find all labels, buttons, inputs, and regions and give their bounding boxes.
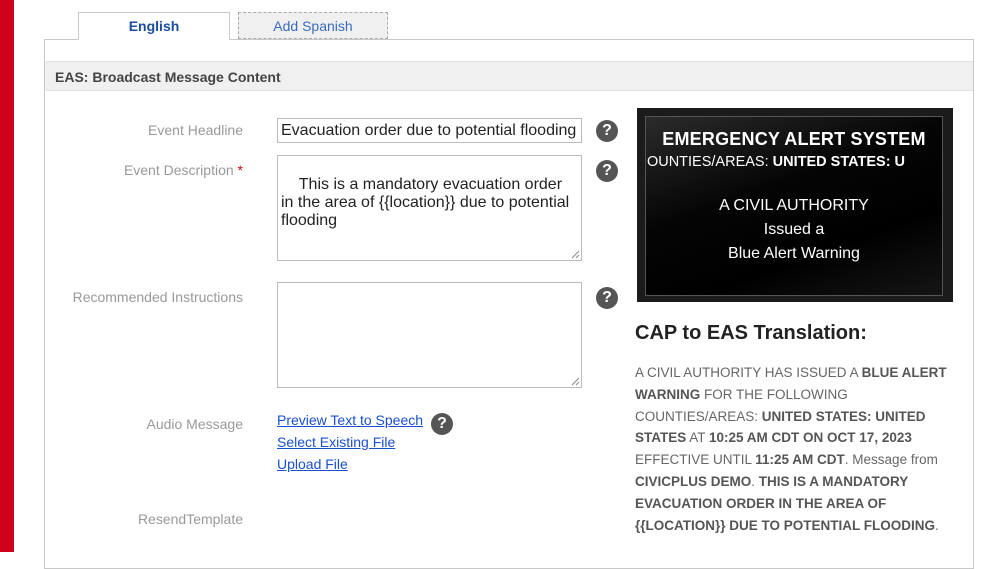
- event-headline-input[interactable]: Evacuation order due to potential floodi…: [277, 118, 582, 143]
- cap-text-7: .: [935, 517, 939, 533]
- cap-text-4: EFFECTIVE UNTIL: [635, 452, 756, 468]
- eas-preview-body: A CIVIL AUTHORITY Issued a Blue Alert Wa…: [646, 194, 942, 266]
- eas-preview-line-3: Blue Alert Warning: [728, 245, 860, 262]
- resize-grip-icon[interactable]: [571, 377, 580, 386]
- resend-template-label: ResendTemplate: [137, 511, 243, 527]
- event-description-value: This is a mandatory evacuation order in …: [281, 176, 574, 229]
- event-description-label: Event Description *: [124, 162, 243, 178]
- cap-translation-title: CAP to EAS Translation:: [635, 322, 867, 344]
- recommended-instructions-textarea[interactable]: [277, 282, 582, 388]
- event-headline-label: Event Headline: [148, 122, 243, 138]
- event-description-textarea[interactable]: This is a mandatory evacuation order in …: [277, 155, 582, 261]
- eas-preview-scroll-text: OUNTIES/AREAS: UNITED STATES: U: [646, 154, 924, 170]
- left-accent-bar: [0, 0, 14, 552]
- section-header: EAS: Broadcast Message Content: [45, 61, 973, 91]
- eas-preview-line-2: Issued a: [763, 221, 825, 238]
- help-icon[interactable]: ?: [596, 120, 618, 142]
- cap-text-1: A CIVIL AUTHORITY HAS ISSUED A: [635, 365, 862, 380]
- eas-preview-frame: EMERGENCY ALERT SYSTEM OUNTIES/AREAS: UN…: [637, 108, 953, 302]
- event-description-label-text: Event Description: [123, 162, 234, 178]
- help-icon[interactable]: ?: [596, 287, 618, 309]
- cap-bold-3: 10:25 AM CDT ON OCT 17, 2023: [709, 430, 912, 446]
- preview-text-to-speech-link[interactable]: Preview Text to Speech: [277, 412, 423, 428]
- recommended-instructions-label: Recommended Instructions: [72, 289, 243, 305]
- eas-preview-screen: EMERGENCY ALERT SYSTEM OUNTIES/AREAS: UN…: [645, 116, 943, 296]
- upload-file-link[interactable]: Upload File: [277, 456, 348, 472]
- eas-preview-line-1: A CIVIL AUTHORITY: [719, 197, 869, 214]
- broadcast-content-panel: EAS: Broadcast Message Content Event Hea…: [44, 39, 974, 569]
- resize-grip-icon[interactable]: [571, 250, 580, 259]
- tab-add-spanish[interactable]: Add Spanish: [238, 12, 388, 39]
- select-existing-file-link[interactable]: Select Existing File: [277, 434, 395, 450]
- eas-preview-title: EMERGENCY ALERT SYSTEM: [662, 129, 926, 149]
- cap-bold-5: CIVICPLUS DEMO: [635, 473, 752, 489]
- tab-english[interactable]: English: [78, 12, 230, 40]
- help-icon[interactable]: ?: [596, 160, 618, 182]
- help-icon[interactable]: ?: [431, 413, 453, 435]
- eas-scroll-prefix: OUNTIES/AREAS:: [646, 154, 773, 170]
- cap-text-5: . Message from: [844, 452, 938, 468]
- cap-bold-4: 11:25 AM CDT: [755, 452, 845, 468]
- audio-message-label: Audio Message: [146, 416, 243, 432]
- cap-translation-text: A CIVIL AUTHORITY HAS ISSUED A BLUE ALER…: [635, 362, 957, 536]
- required-marker: *: [237, 162, 243, 178]
- eas-scroll-area: UNITED STATES: U: [772, 154, 906, 170]
- cap-text-3: AT: [686, 430, 710, 446]
- cap-text-6: .: [751, 473, 759, 489]
